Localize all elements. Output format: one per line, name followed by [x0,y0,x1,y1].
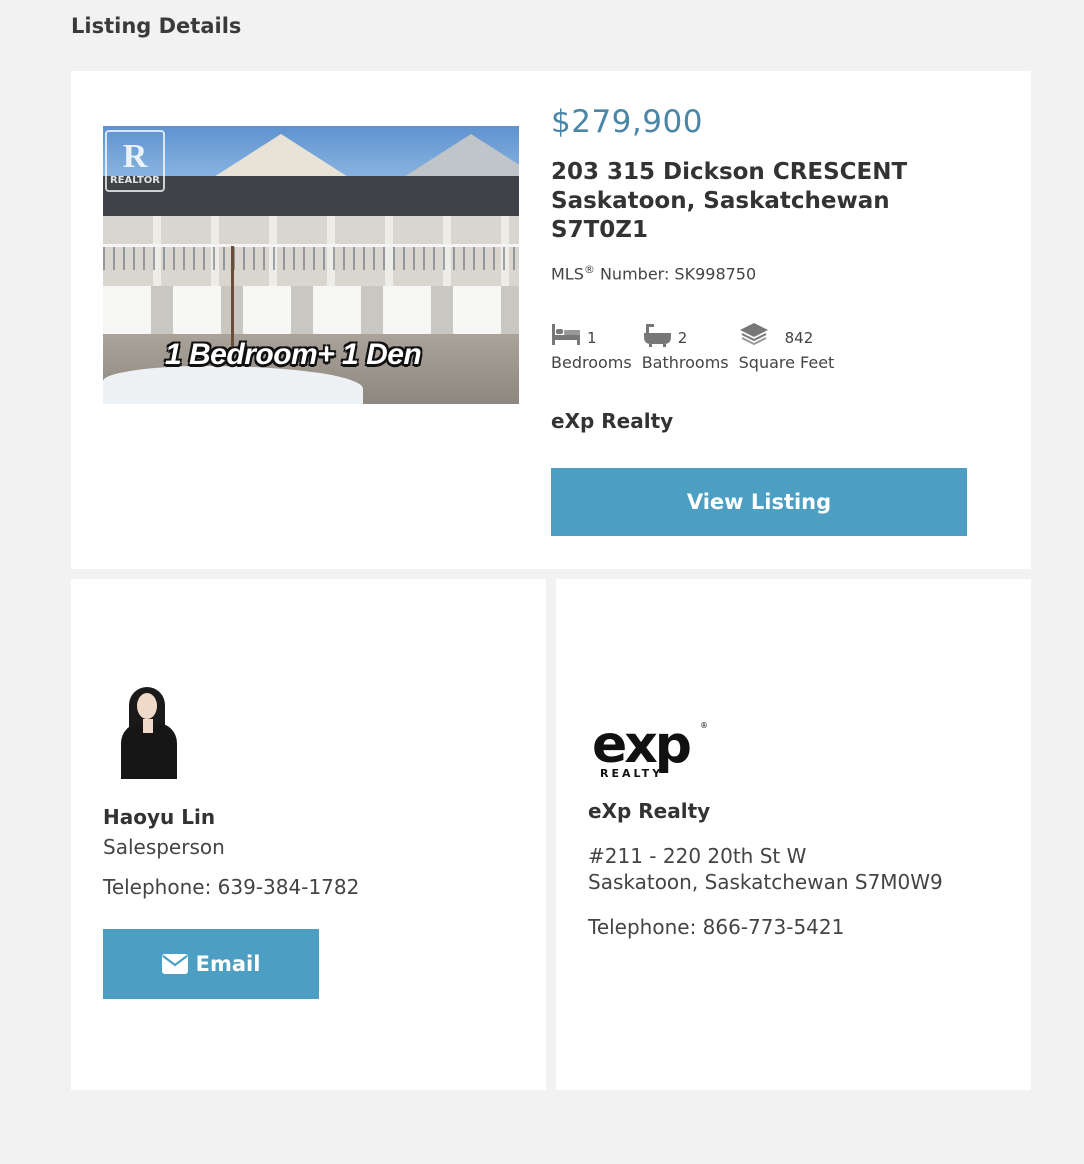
office-card: exp REALTY ® eXp Realty #211 - 220 20th … [556,579,1031,1090]
photo-roof [103,176,519,216]
email-button[interactable]: Email [103,929,319,999]
view-listing-button[interactable]: View Listing [551,468,967,536]
stat-bedrooms: 1 Bedrooms [551,321,632,372]
bedrooms-value: 1 [587,329,597,347]
photo-balconies [103,244,519,270]
property-photo[interactable]: R REALTOR 1 Bedroom+ 1 Den [103,126,519,404]
agent-telephone: Telephone: 639-384-1782 [103,875,360,899]
stat-square-feet: 842 Square Feet [738,321,835,372]
bedrooms-label: Bedrooms [551,353,632,372]
listing-price: $279,900 [551,104,703,140]
exp-realty-logo: exp REALTY ® [592,715,708,780]
bathrooms-value: 2 [677,329,688,347]
bathrooms-label: Bathrooms [641,353,729,372]
square-feet-label: Square Feet [738,353,835,372]
listing-brokerage: eXp Realty [551,409,674,433]
listing-card: R REALTOR 1 Bedroom+ 1 Den $279,900 203 … [71,71,1031,569]
office-telephone: Telephone: 866-773-5421 [588,915,845,939]
mls-number: MLS® Number: SK998750 [551,263,757,284]
square-feet-icon [739,323,768,346]
agent-name: Haoyu Lin [103,805,216,829]
agent-role: Salesperson [103,835,225,859]
office-address-line-1: #211 - 220 20th St W [588,844,807,868]
bathtub-icon [643,324,671,347]
envelope-icon [161,954,188,974]
address-line-3: S7T0Z1 [551,217,648,243]
office-address-line-2: Saskatoon, Saskatchewan S7M0W9 [588,870,943,894]
address-line-2: Saskatoon, Saskatchewan [551,188,890,214]
listing-stats: 1 Bedrooms 2 Bathrooms 842 Square Feet [551,321,844,372]
address-line-1: 203 315 Dickson CRESCENT [551,159,908,185]
stat-bathrooms: 2 Bathrooms [642,321,729,372]
square-feet-value: 842 [784,329,814,347]
agent-card: Haoyu Lin Salesperson Telephone: 639-384… [71,579,546,1090]
realtor-watermark-logo: R REALTOR [105,130,165,192]
photo-overlay-text: 1 Bedroom+ 1 Den [165,338,422,371]
bed-icon [552,324,580,345]
agent-avatar [115,683,185,779]
photo-tree [231,246,234,346]
photo-garages [103,286,519,334]
listing-address: 203 315 Dickson CRESCENT Saskatoon, Sask… [551,158,971,245]
email-button-label: Email [195,952,261,976]
office-name: eXp Realty [588,799,711,823]
section-title: Listing Details [71,14,242,38]
